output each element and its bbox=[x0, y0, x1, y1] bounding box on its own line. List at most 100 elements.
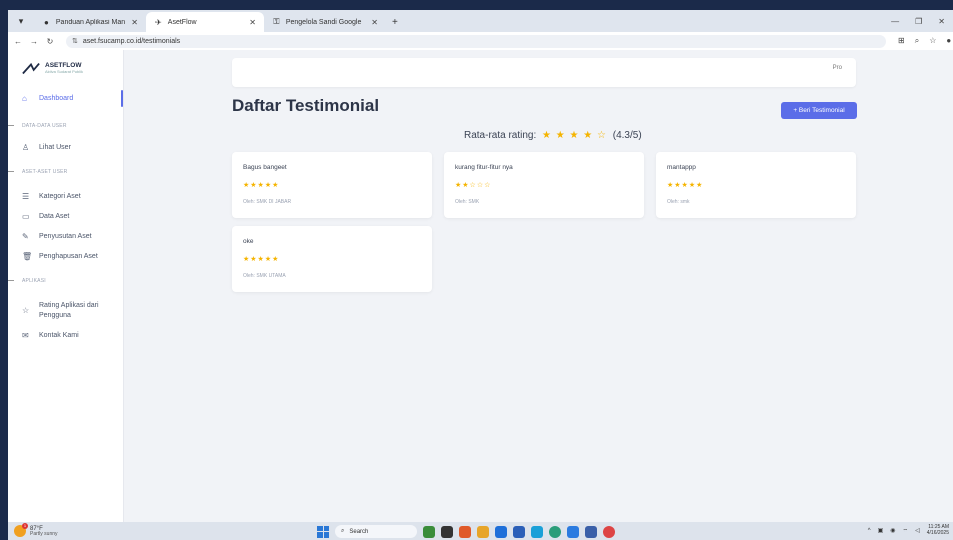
taskbar-apps: ⌕ Search bbox=[317, 525, 615, 538]
tray-app-icon[interactable]: ◉ bbox=[890, 527, 895, 534]
browser-tab-bar: ▾ ● Panduan Aplikasi Manajemen A ✕ ✈ Ase… bbox=[8, 10, 953, 32]
app-icon[interactable] bbox=[585, 525, 597, 538]
tab-asetflow[interactable]: ✈ AsetFlow ✕ bbox=[146, 12, 264, 32]
average-rating-label: Rata-rata rating: bbox=[464, 130, 537, 141]
url-text: aset.fsucamp.co.id/testimonials bbox=[82, 37, 181, 45]
sidebar-item-rating[interactable]: ☆ Rating Aplikasi dari Pengguna bbox=[22, 301, 111, 321]
vscode-icon[interactable] bbox=[567, 525, 579, 538]
system-tray: ^ ▣ ◉ ⌔ ◁ 11:25 AM 4/16/2025 bbox=[868, 524, 949, 536]
address-bar: ← → ↻ ⇅ aset.fsucamp.co.id/testimonials … bbox=[8, 32, 953, 50]
key-icon: ⚿ bbox=[273, 17, 280, 26]
new-tab-button[interactable]: + bbox=[392, 17, 398, 28]
tab-title: AsetFlow bbox=[167, 18, 197, 26]
add-testimonial-button[interactable]: + Beri Testimonial bbox=[781, 102, 857, 119]
brand[interactable]: ASETFLOW Aktiva Sudarat Publik bbox=[22, 62, 123, 76]
testimonial-author: Oleh: SMK DI JABAR bbox=[243, 199, 292, 205]
site-settings-icon[interactable]: ⇅ bbox=[72, 37, 78, 45]
weather-sun-icon: 1 bbox=[14, 523, 28, 537]
app-icon[interactable] bbox=[441, 525, 453, 538]
section-heading-data-user: DATA-DATA USER bbox=[8, 123, 67, 129]
testimonial-stars: ★★★★★ bbox=[243, 182, 280, 189]
average-rating: Rata-rata rating: ★ ★ ★ ★ ☆ (4.3/5) bbox=[464, 130, 642, 141]
section-heading-aset-user: ASET-ASET USER bbox=[8, 169, 68, 175]
testimonial-stars: ★★★★★ bbox=[667, 182, 704, 189]
translate-icon[interactable]: ⊞ bbox=[898, 36, 905, 46]
back-icon[interactable]: ← bbox=[12, 37, 24, 46]
profile-avatar-icon[interactable]: ● bbox=[946, 36, 951, 46]
app-icon[interactable] bbox=[495, 525, 507, 538]
wifi-icon[interactable]: ⌔ bbox=[902, 527, 908, 535]
sidebar-item-dashboard[interactable]: ⌂ Dashboard bbox=[22, 94, 73, 103]
taskbar-search[interactable]: ⌕ Search bbox=[335, 525, 417, 538]
average-rating-value: (4.3/5) bbox=[612, 130, 642, 141]
sidebar-item-penghapusan-aset[interactable]: 🗑 Penghapusan Aset bbox=[22, 252, 98, 261]
testimonial-card: Bagus bangeet ★★★★★ Oleh: SMK DI JABAR bbox=[232, 152, 432, 218]
testimonial-author: Oleh: SMK bbox=[455, 199, 480, 205]
sidebar-item-label: Kategori Aset bbox=[39, 193, 81, 200]
testimonial-author: Oleh: SMK UTAMA bbox=[243, 273, 286, 279]
restore-icon[interactable]: ❐ bbox=[915, 17, 922, 26]
testimonial-author: Oleh: smk bbox=[667, 199, 690, 205]
window-controls: — ❐ ✕ bbox=[891, 17, 953, 32]
search-icon: ⌕ bbox=[341, 528, 345, 534]
mail-icon: ✉ bbox=[22, 331, 29, 340]
close-window-icon[interactable]: ✕ bbox=[938, 17, 945, 26]
chevron-up-icon[interactable]: ^ bbox=[868, 528, 871, 534]
chrome-icon[interactable] bbox=[549, 525, 561, 538]
user-icon: ♙ bbox=[22, 143, 30, 152]
sidebar-item-label: Kontak Kami bbox=[39, 332, 79, 339]
url-field[interactable]: ⇅ aset.fsucamp.co.id/testimonials bbox=[66, 34, 886, 48]
edge-icon[interactable] bbox=[531, 525, 543, 538]
tray-app-icon[interactable]: ▣ bbox=[878, 527, 884, 534]
testimonial-card: kurang fitur-fitur nya ★★☆☆☆ Oleh: SMK bbox=[444, 152, 644, 218]
clock[interactable]: 11:25 AM 4/16/2025 bbox=[927, 524, 949, 536]
volume-icon[interactable]: ◁ bbox=[915, 527, 920, 534]
close-icon[interactable]: ✕ bbox=[131, 18, 138, 27]
sidebar-item-label: Penyusutan Aset bbox=[39, 233, 92, 240]
sidebar-item-data-aset[interactable]: ▭ Data Aset bbox=[22, 212, 69, 221]
globe-icon: ● bbox=[44, 17, 49, 27]
sidebar-item-penyusutan-aset[interactable]: ✎ Penyusutan Aset bbox=[22, 232, 92, 241]
asetflow-logo-icon: ✈ bbox=[155, 17, 162, 27]
star-icon: ☆ bbox=[22, 306, 30, 316]
sidebar-item-label: Data Aset bbox=[39, 213, 70, 220]
sidebar-item-label: Penghapusan Aset bbox=[39, 253, 98, 260]
bookmark-star-icon[interactable]: ☆ bbox=[929, 36, 936, 46]
tab-panduan[interactable]: ● Panduan Aplikasi Manajemen A ✕ bbox=[34, 12, 146, 32]
profile-image[interactable]: Pro bbox=[833, 65, 842, 71]
app-icon[interactable] bbox=[423, 525, 435, 538]
tab-pengelola-sandi[interactable]: ⚿ Pengelola Sandi Google ✕ bbox=[264, 12, 386, 32]
app-icon[interactable] bbox=[459, 525, 471, 538]
asetflow-logo-icon bbox=[22, 62, 40, 75]
app-icon[interactable] bbox=[603, 525, 615, 538]
testimonial-card: oke ★★★★★ Oleh: SMK UTAMA bbox=[232, 226, 432, 292]
taskbar-search-label: Search bbox=[349, 528, 369, 535]
close-icon[interactable]: ✕ bbox=[371, 18, 378, 27]
home-icon: ⌂ bbox=[22, 94, 27, 103]
testimonial-title: Bagus bangeet bbox=[243, 164, 287, 171]
weather-widget[interactable]: 1 87°F Partly sunny bbox=[14, 523, 58, 537]
close-icon[interactable]: ✕ bbox=[249, 18, 256, 27]
testimonial-title: mantappp bbox=[667, 164, 696, 171]
sidebar-item-lihat-user[interactable]: ♙ Lihat User bbox=[22, 143, 71, 152]
testimonial-card: mantappp ★★★★★ Oleh: smk bbox=[656, 152, 856, 218]
brand-tagline: Aktiva Sudarat Publik bbox=[45, 68, 84, 74]
file-explorer-icon[interactable] bbox=[477, 525, 489, 538]
reload-icon[interactable]: ↻ bbox=[44, 37, 56, 46]
minimize-icon[interactable]: — bbox=[891, 17, 899, 26]
active-indicator bbox=[121, 90, 123, 107]
testimonial-stars: ★★☆☆☆ bbox=[455, 182, 492, 189]
windows-start-icon[interactable] bbox=[317, 525, 329, 538]
sidebar-item-kontak-kami[interactable]: ✉ Kontak Kami bbox=[22, 331, 79, 340]
section-heading-aplikasi: APLIKASI bbox=[8, 278, 46, 284]
app-icon[interactable] bbox=[513, 525, 525, 538]
testimonial-stars: ★★★★★ bbox=[243, 256, 280, 263]
zoom-icon[interactable]: ⌕ bbox=[915, 36, 919, 46]
calendar-icon: ▭ bbox=[22, 212, 30, 221]
tab-search-icon[interactable]: ▾ bbox=[12, 12, 30, 30]
sidebar-item-kategori-aset[interactable]: ☰ Kategori Aset bbox=[22, 192, 81, 201]
average-rating-stars: ★ ★ ★ ★ ☆ bbox=[542, 130, 607, 141]
tab-title: Panduan Aplikasi Manajemen A bbox=[55, 18, 126, 26]
page-title: Daftar Testimonial bbox=[232, 96, 380, 115]
forward-icon[interactable]: → bbox=[28, 37, 40, 46]
